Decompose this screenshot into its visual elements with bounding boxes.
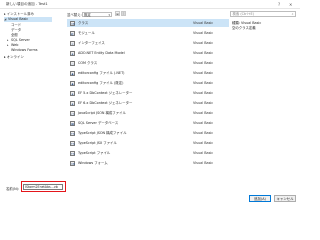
- list-view-icon[interactable]: ☰: [121, 11, 126, 16]
- editorconfig-icon: ◆: [70, 80, 75, 86]
- chevron-down-icon: ▾: [108, 12, 110, 17]
- tree-item-label: SQL Server: [11, 38, 30, 42]
- template-name: EF 5.x DbContext ジェネレーター: [78, 91, 133, 95]
- add-button[interactable]: 追加(A): [249, 195, 271, 202]
- module-icon: ◐: [70, 30, 75, 36]
- tree-item-label: Visual Basic: [8, 17, 29, 21]
- ef-generator-icon: ◈: [70, 90, 75, 96]
- template-type: Visual Basic: [193, 41, 214, 45]
- interface-icon: ∞: [70, 40, 75, 46]
- detail-description: 空のクラス定義: [232, 26, 256, 30]
- template-type: Visual Basic: [193, 21, 214, 25]
- template-name: SQL Server データベース: [78, 121, 119, 125]
- template-name: TypeScript JSON 構成ファイル: [78, 131, 127, 135]
- category-tree: ▸ インストール済み ◢ Visual Basic コード データ 全般 ▸ SQL…: [4, 11, 52, 179]
- template-panel: 並べ替え: 既定 ▾ ⊞ ☰ VB クラス Visual Basic ◐ モジュ…: [53, 11, 229, 181]
- tree-item-label: 全般: [11, 33, 18, 37]
- highlight-box: [21, 181, 66, 192]
- template-name: Windows フォーム: [78, 161, 108, 165]
- typescript-icon: TS: [70, 140, 75, 146]
- template-row[interactable]: {} JavaScript JSON 構成ファイル Visual Basic: [67, 109, 229, 117]
- template-name: モジュール: [78, 31, 95, 35]
- tree-item-label: Windows Forms: [11, 48, 38, 52]
- template-name: インターフェイス: [78, 41, 105, 45]
- template-row[interactable]: ▦ SQL Server データベース Visual Basic: [67, 119, 229, 127]
- template-row[interactable]: ◐ モジュール Visual Basic: [67, 29, 229, 37]
- json-config-icon: {}: [70, 110, 75, 116]
- sort-value: 既定: [84, 12, 91, 17]
- template-row[interactable]: ◇ COM クラス Visual Basic: [67, 59, 229, 67]
- template-type: Visual Basic: [193, 101, 214, 105]
- template-name: ADO.NET Entity Data Model: [78, 51, 125, 55]
- sort-dropdown[interactable]: 既定 ▾: [82, 11, 112, 17]
- template-row[interactable]: TS TypeScript ファイル Visual Basic: [67, 149, 229, 157]
- search-placeholder: 検索 (Ctrl+E): [232, 12, 255, 16]
- typescript-icon: TS: [70, 130, 75, 136]
- template-type: Visual Basic: [193, 71, 214, 75]
- tree-item-visual-basic[interactable]: ◢ Visual Basic: [4, 17, 52, 22]
- template-name: EF 6.x DbContext ジェネレーター: [78, 101, 133, 105]
- ef-generator-icon: ◈: [70, 100, 75, 106]
- template-type: Visual Basic: [193, 51, 214, 55]
- template-name: TypeScript ファイル: [78, 151, 111, 155]
- template-name: COM クラス: [78, 61, 98, 65]
- tree-header-installed[interactable]: ▸ インストール済み: [4, 11, 52, 16]
- template-row[interactable]: VB クラス Visual Basic: [67, 19, 229, 27]
- template-type: Visual Basic: [193, 121, 214, 125]
- sort-label: 並べ替え:: [67, 13, 82, 17]
- template-row[interactable]: TS TypeScript JSX ファイル Visual Basic: [67, 139, 229, 147]
- name-label: 名前(N):: [6, 187, 20, 191]
- template-row[interactable]: ◈ ADO.NET Entity Data Model Visual Basic: [67, 49, 229, 57]
- template-type: Visual Basic: [193, 61, 214, 65]
- template-type: Visual Basic: [193, 151, 214, 155]
- close-icon[interactable]: ✕: [289, 2, 292, 7]
- tree-item-windows-forms[interactable]: Windows Forms: [4, 48, 52, 53]
- template-type: Visual Basic: [193, 111, 214, 115]
- help-icon[interactable]: ?: [278, 2, 280, 7]
- search-input[interactable]: 検索 (Ctrl+E) ⌕: [230, 11, 296, 17]
- search-icon[interactable]: ⌕: [292, 12, 294, 17]
- vb-class-icon: VB: [70, 20, 76, 26]
- template-row[interactable]: ◆ editorconfig ファイル (既定) Visual Basic: [67, 79, 229, 87]
- template-name: TypeScript JSX ファイル: [78, 141, 117, 145]
- com-class-icon: ◇: [70, 60, 75, 66]
- details-panel: 検索 (Ctrl+E) ⌕ 種類: Visual Basic 空のクラス定義: [230, 11, 298, 171]
- template-name: editorconfig ファイル (.NET): [78, 71, 125, 75]
- template-type: Visual Basic: [193, 91, 214, 95]
- entity-model-icon: ◈: [70, 50, 75, 56]
- template-row[interactable]: ∞ インターフェイス Visual Basic: [67, 39, 229, 47]
- template-row[interactable]: ◈ EF 5.x DbContext ジェネレーター Visual Basic: [67, 89, 229, 97]
- template-name: editorconfig ファイル (既定): [78, 81, 124, 85]
- windows-form-icon: VB: [70, 160, 76, 166]
- template-name: クラス: [78, 21, 89, 25]
- template-row[interactable]: TS TypeScript JSON 構成ファイル Visual Basic: [67, 129, 229, 137]
- template-list: VB クラス Visual Basic ◐ モジュール Visual Basic…: [67, 19, 229, 181]
- template-type: Visual Basic: [193, 141, 214, 145]
- tree-header-online[interactable]: ▸ オンライン: [4, 55, 52, 60]
- editorconfig-icon: ◆: [70, 70, 75, 76]
- grid-view-icon[interactable]: ⊞: [115, 11, 120, 16]
- template-type: Visual Basic: [193, 161, 214, 165]
- typescript-icon: TS: [70, 150, 75, 156]
- template-row[interactable]: ◆ editorconfig ファイル (.NET) Visual Basic: [67, 69, 229, 77]
- database-icon: ▦: [70, 120, 75, 126]
- template-type: Visual Basic: [193, 131, 214, 135]
- template-row[interactable]: VB Windows フォーム Visual Basic: [67, 159, 229, 167]
- tree-item-label: Web: [11, 43, 19, 47]
- template-type: Visual Basic: [193, 31, 214, 35]
- cancel-button[interactable]: キャンセル: [274, 195, 296, 202]
- template-type: Visual Basic: [193, 81, 214, 85]
- template-name: JavaScript JSON 構成ファイル: [78, 111, 126, 115]
- template-row[interactable]: ◈ EF 6.x DbContext ジェネレーター Visual Basic: [67, 99, 229, 107]
- window-title: 新しい項目の追加 - Test1: [6, 2, 48, 6]
- title-bar: 新しい項目の追加 - Test1 ? ✕: [0, 0, 300, 9]
- tree-item-label: データ: [11, 28, 22, 32]
- tree-item-label: コード: [11, 23, 22, 27]
